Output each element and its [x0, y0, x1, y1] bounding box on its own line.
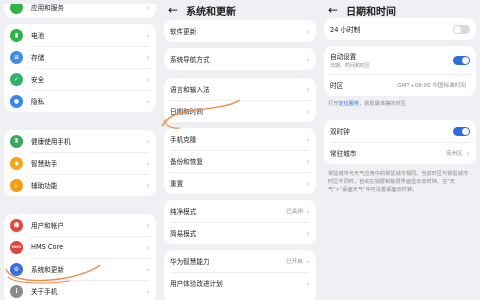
chevron-right-icon: › [146, 74, 150, 84]
reset-item[interactable]: 重置 › [164, 172, 316, 194]
huawei-intelligence-item[interactable]: 华为智慧能力 已开启 › [164, 250, 316, 272]
back-arrow-icon[interactable]: ← [168, 3, 178, 17]
chevron-right-icon: › [146, 96, 150, 106]
chevron-right-icon: › [146, 136, 150, 146]
system-navigation-item[interactable]: 系统导航方式 › [164, 48, 316, 70]
group-language-time: 语言和输入法 › 日期和时间 › [164, 78, 316, 122]
settings-group-device: ▮ 电池 › ≡ 存储 › ✓ 安全 › ● 隐私 › [4, 24, 156, 112]
chevron-right-icon: › [306, 156, 310, 166]
privacy-icon: ● [10, 94, 23, 108]
sidebar-item-security[interactable]: ✓ 安全 › [4, 68, 156, 90]
page-header: ← 系统和更新 [160, 0, 320, 20]
sidebar-item-label: 应用和服务 [31, 4, 64, 12]
timezone-value: GMT+08:00 中国标准时间 [397, 83, 466, 89]
group-navigation: 系统导航方式 › [164, 48, 316, 70]
chevron-right-icon: › [146, 286, 150, 296]
page-header: ← 日期和时间 [320, 0, 480, 20]
format-24h-item[interactable]: 24 小时制 [324, 18, 476, 40]
simple-mode-item[interactable]: 简易模式 › [164, 222, 316, 244]
phone-clone-item[interactable]: 手机克隆 › [164, 128, 316, 150]
sidebar-item-system-update[interactable]: ⚙ 系统和更新 › [4, 258, 156, 280]
back-arrow-icon[interactable]: ← [328, 3, 338, 17]
chevron-right-icon: › [466, 148, 470, 158]
chevron-right-icon: › [306, 206, 310, 216]
status-value: 已开启 [286, 259, 303, 265]
format-24h-toggle[interactable] [453, 24, 470, 34]
dual-clock-item[interactable]: 双时钟 [324, 120, 476, 142]
chevron-right-icon: › [306, 26, 310, 36]
chevron-right-icon: › [306, 106, 310, 116]
status-value: 已关闭 [286, 209, 303, 215]
about-phone-icon: i [10, 284, 23, 298]
pure-mode-item[interactable]: 纯净模式 已关闭 › [164, 200, 316, 222]
chevron-right-icon: › [146, 180, 150, 190]
system-update-panel: ← 系统和更新 软件更新 › 系统导航方式 › 语言和输入法 › 日期和时间 ›… [160, 0, 320, 300]
hms-core-icon: HMS [10, 240, 23, 254]
settings-group-wellbeing: ⧗ 健康使用手机 › ◆ 智慧助手 › ✋ 辅助功能 › [4, 130, 156, 196]
auto-set-label: 自动设置 [330, 53, 357, 61]
hourglass-icon: ⧗ [10, 134, 23, 148]
software-update-item[interactable]: 软件更新 › [164, 20, 316, 42]
sidebar-item-hms-core[interactable]: HMS HMS Core › [4, 236, 156, 258]
chevron-right-icon: › [306, 134, 310, 144]
accessibility-icon: ✋ [10, 178, 23, 192]
sidebar-item-privacy[interactable]: ● 隐私 › [4, 90, 156, 112]
group-24h: 24 小时制 [324, 18, 476, 40]
group-auto-time: 自动设置 日期、时间和时区 时区 GMT+08:00 中国标准时间 [324, 46, 476, 96]
chevron-right-icon: › [306, 256, 310, 266]
date-time-panel: ← 日期和时间 24 小时制 自动设置 日期、时间和时区 时区 GMT+08:0… [320, 0, 480, 300]
sidebar-item-storage[interactable]: ≡ 存储 › [4, 46, 156, 68]
settings-main-panel: 设置 应用和服务 › ▮ 电池 › ≡ 存储 › ✓ 安全 › ● 隐私 › [0, 0, 160, 300]
chevron-right-icon: › [146, 30, 150, 40]
sidebar-item-battery[interactable]: ▮ 电池 › [4, 24, 156, 46]
group-modes: 纯净模式 已关闭 › 简易模式 › [164, 200, 316, 244]
auto-set-subtitle: 日期、时间和时区 [330, 63, 371, 69]
shield-icon: ✓ [10, 72, 23, 86]
chevron-right-icon: › [306, 228, 310, 238]
apps-services-item[interactable]: 应用和服务 › [4, 4, 156, 18]
sidebar-item-about-phone[interactable]: i 关于手机 › [4, 280, 156, 300]
page-title: 日期和时间 [346, 6, 397, 18]
dual-clock-toggle[interactable] [453, 126, 470, 136]
sidebar-item-digital-balance[interactable]: ⧗ 健康使用手机 › [4, 130, 156, 152]
chevron-right-icon: › [306, 84, 310, 94]
chevron-right-icon: › [306, 178, 310, 188]
group-intelligence: 华为智慧能力 已开启 › 用户体验改进计划 › [164, 250, 316, 300]
chevron-right-icon: › [146, 4, 150, 12]
sidebar-item-accounts[interactable]: ☻ 用户和帐户 › [4, 214, 156, 236]
sidebar-item-assistant[interactable]: ◆ 智慧助手 › [4, 152, 156, 174]
group-dual-clock: 双时钟 常驻城市 安州区 › [324, 120, 476, 164]
assistant-icon: ◆ [10, 156, 23, 170]
battery-icon: ▮ [10, 28, 23, 42]
resident-city-item[interactable]: 常驻城市 安州区 › [324, 142, 476, 164]
backup-restore-item[interactable]: 备份和恢复 › [164, 150, 316, 172]
language-input-item[interactable]: 语言和输入法 › [164, 78, 316, 100]
user-icon: ☻ [10, 218, 23, 232]
sidebar-item-accessibility[interactable]: ✋ 辅助功能 › [4, 174, 156, 196]
chevron-right-icon: › [146, 264, 150, 274]
settings-group-system: ☻ 用户和帐户 › HMS HMS Core › ⚙ 系统和更新 › i 关于手… [4, 214, 156, 300]
group-backup: 手机克隆 › 备份和恢复 › 重置 › [164, 128, 316, 194]
chevron-right-icon: › [306, 278, 310, 288]
chevron-right-icon: › [146, 220, 150, 230]
chevron-right-icon: › [306, 54, 310, 64]
storage-icon: ≡ [10, 50, 23, 64]
group-software-update: 软件更新 › [164, 20, 316, 42]
chevron-right-icon: › [146, 242, 150, 252]
chevron-right-icon: › [146, 158, 150, 168]
resident-city-value: 安州区 [446, 151, 463, 157]
user-experience-item[interactable]: 用户体验改进计划 › [164, 272, 316, 294]
date-time-item[interactable]: 日期和时间 › [164, 100, 316, 122]
page-title: 系统和更新 [186, 6, 237, 18]
dual-clock-note: 常驻城市与天气应用中的常驻城市相同。当前时区与常驻城市时区不同时，自动在锁屏和锁… [328, 171, 469, 193]
system-update-icon: ⚙ [10, 262, 23, 276]
auto-set-toggle[interactable] [453, 55, 470, 65]
chevron-right-icon: › [146, 52, 150, 62]
apps-icon [10, 4, 23, 14]
auto-set-item[interactable]: 自动设置 日期、时间和时区 [324, 46, 476, 74]
location-note: 打开定位服务，获取最准确的时区 [328, 101, 406, 107]
location-service-link[interactable]: 定位服务 [338, 101, 359, 107]
timezone-item[interactable]: 时区 GMT+08:00 中国标准时间 [324, 74, 476, 96]
